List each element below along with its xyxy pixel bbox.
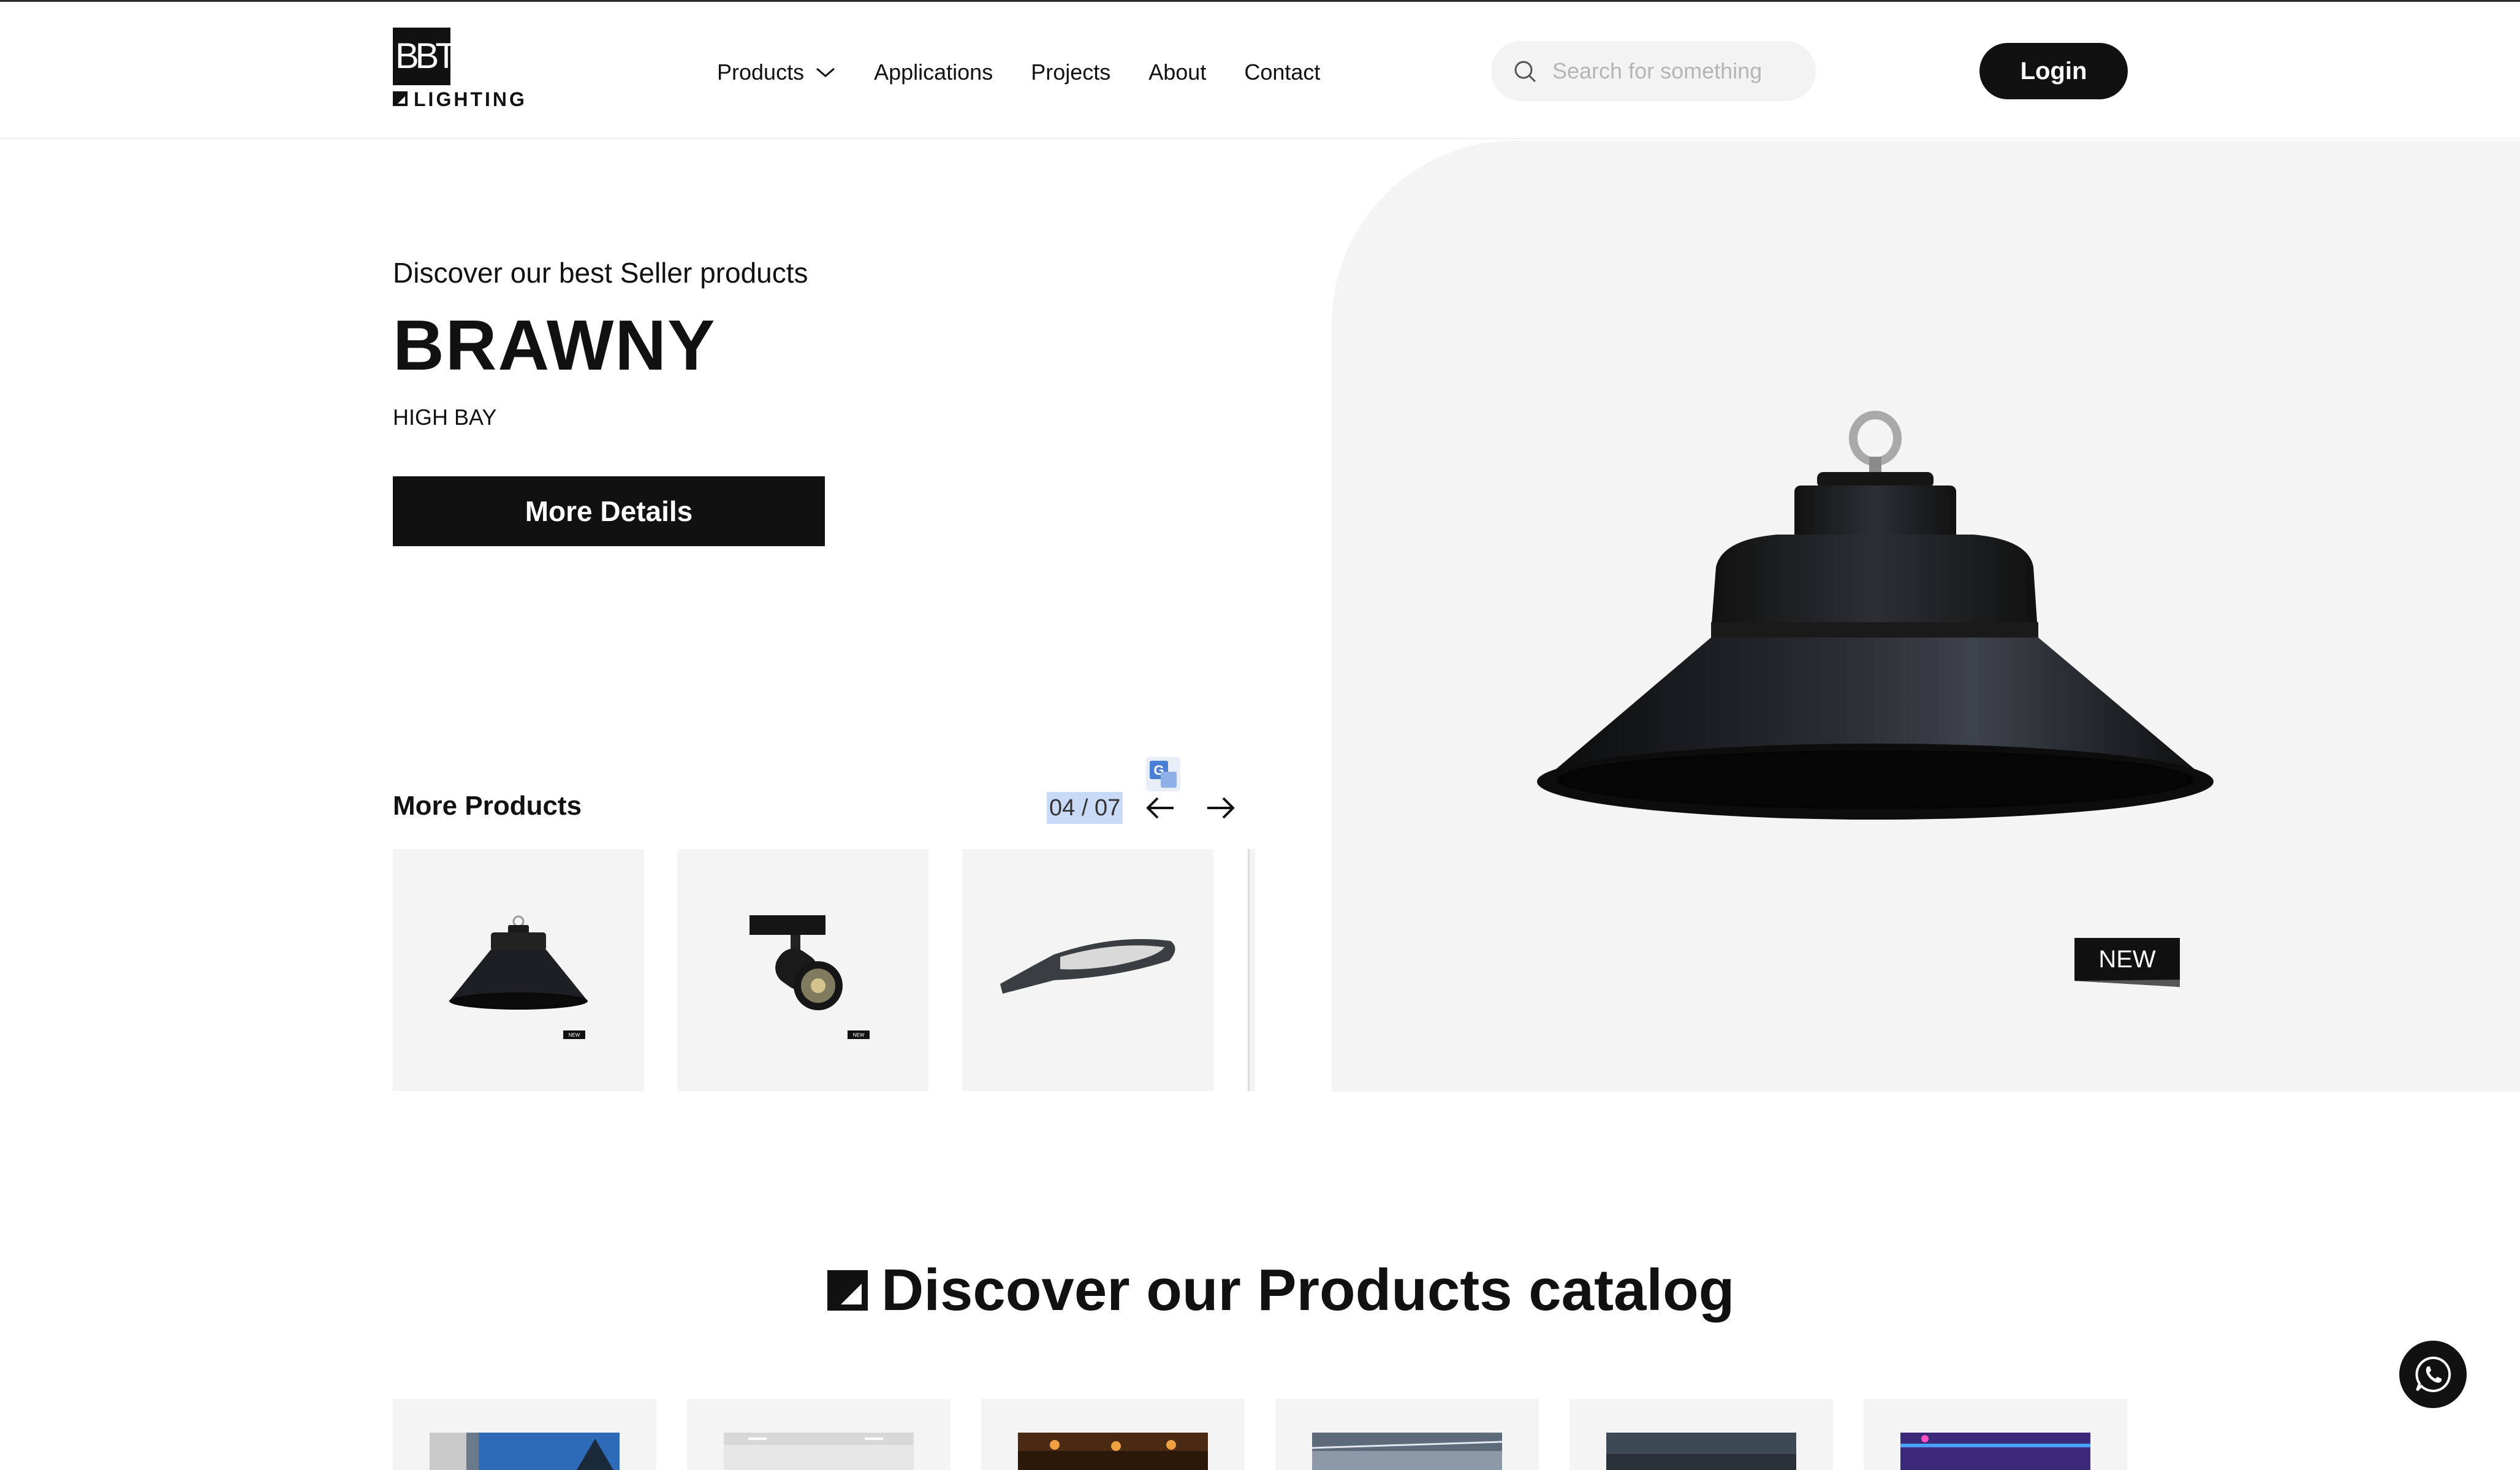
search-input[interactable] <box>1552 53 1797 89</box>
new-badge-label: NEW <box>2098 946 2156 973</box>
catalog-card[interactable] <box>1569 1399 1833 1470</box>
arrow-left-icon[interactable] <box>1143 792 1177 824</box>
hero-title: BRAWNY <box>393 305 716 385</box>
catalog-card[interactable] <box>1275 1399 1539 1470</box>
catalog-title: Discover our Products catalog <box>881 1257 1735 1323</box>
logo-text: LIGHTING <box>414 88 527 110</box>
catalog-card[interactable] <box>1864 1399 2127 1470</box>
catalog-card[interactable] <box>981 1399 1245 1470</box>
product-card-track-spotlight[interactable]: NEW <box>677 849 928 1091</box>
high-bay-lamp-icon: NEW <box>449 915 588 1039</box>
catalog-thumbnail <box>1900 1433 2090 1470</box>
card-new-badge: NEW <box>853 1032 865 1038</box>
brand-logo[interactable]: BBT LIGHTING <box>393 28 527 110</box>
track-spotlight-icon: NEW <box>750 915 870 1039</box>
product-card-high-bay[interactable]: NEW <box>393 849 644 1091</box>
hero-eyebrow: Discover our best Seller products <box>393 257 808 289</box>
catalog-mark-icon <box>827 1270 868 1311</box>
more-products-title: More Products <box>393 791 582 821</box>
nav-about[interactable]: About <box>1148 61 1206 83</box>
site-header: BBT LIGHTING Products Applications Proje… <box>0 2 2520 139</box>
main-nav: Products Applications Projects About Con… <box>717 51 1320 94</box>
translate-icon[interactable]: G <box>1145 756 1182 793</box>
catalog-thumbnail <box>430 1433 620 1470</box>
catalog-card[interactable] <box>393 1399 656 1470</box>
search-icon <box>1514 61 1536 83</box>
chevron-down-icon <box>816 67 835 77</box>
street-light-icon <box>1000 939 1175 994</box>
arrow-right-icon[interactable] <box>1204 792 1238 824</box>
whatsapp-chat-button[interactable] <box>2399 1341 2467 1408</box>
card-new-badge: NEW <box>569 1032 580 1038</box>
product-card-partial <box>1248 849 1255 1091</box>
nav-projects[interactable]: Projects <box>1031 61 1110 83</box>
login-button[interactable]: Login <box>1979 43 2128 99</box>
whatsapp-icon <box>2415 1356 2451 1392</box>
catalog-card[interactable] <box>687 1399 951 1470</box>
more-details-button[interactable]: More Details <box>393 476 825 546</box>
logo-initials: BBT <box>393 28 457 85</box>
catalog-thumbnail <box>1312 1433 1502 1470</box>
nav-contact[interactable]: Contact <box>1244 61 1320 83</box>
catalog-thumbnail <box>1018 1433 1208 1470</box>
nav-applications[interactable]: Applications <box>874 61 993 83</box>
catalog-heading: Discover our Products catalog <box>827 1254 1734 1327</box>
nav-products-label: Products <box>717 59 805 85</box>
nav-products[interactable]: Products <box>717 61 836 83</box>
new-badge-label-wrap: NEW <box>2074 938 2180 987</box>
catalog-thumbnail <box>1606 1433 1796 1470</box>
slide-counter: 04 / 07 <box>1047 792 1123 824</box>
logo-mark-icon <box>393 91 408 106</box>
catalog-thumbnail <box>724 1433 914 1470</box>
high-bay-lamp-image <box>1537 411 2214 820</box>
search-bar <box>1491 41 1816 101</box>
product-card-street-light[interactable] <box>962 849 1213 1091</box>
hero-subtitle: HIGH BAY <box>393 405 497 430</box>
